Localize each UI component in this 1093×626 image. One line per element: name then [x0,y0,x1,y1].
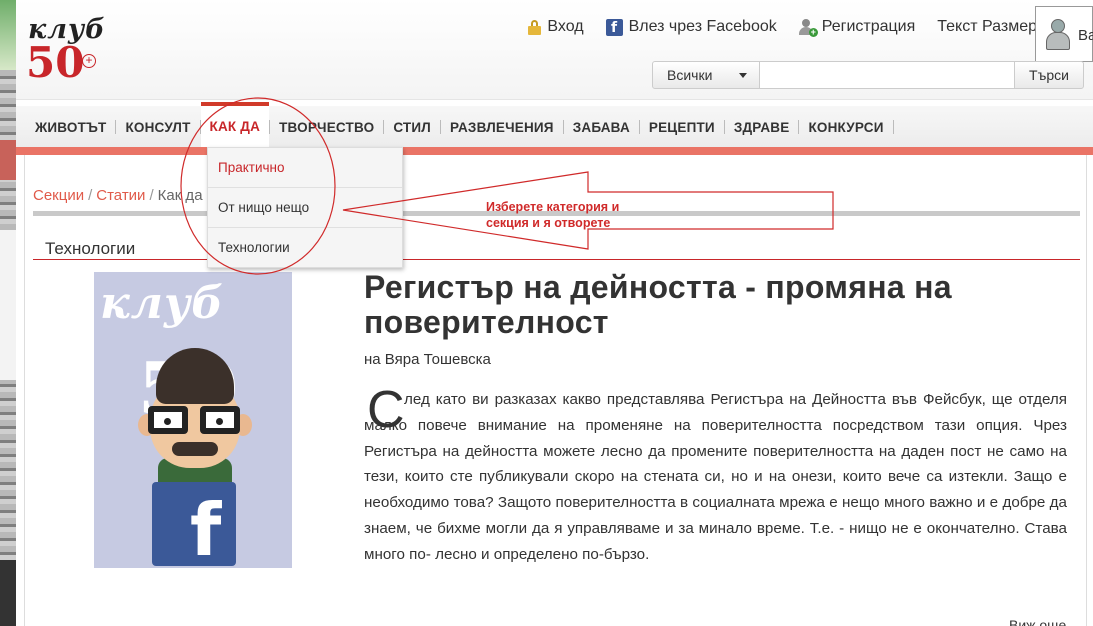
nav-item[interactable]: КОНСУЛТ [116,106,199,148]
section-title: Технологии [45,239,136,258]
site-header: клуб 50 + Вход f Влез чрез Facebook + Ре… [16,0,1093,100]
nav-item[interactable]: РЕЦЕПТИ [640,106,724,148]
nav-item[interactable]: ЖИВОТЪТ [26,106,115,148]
nav-item-label: ЗАБАВА [572,119,630,135]
background-strip [0,0,16,626]
breadcrumb: Секции / Статии / Как да [33,187,203,204]
cartoon-character-illustration: f [124,344,264,566]
search-category-value: Всички [667,67,713,83]
lock-icon [528,19,542,35]
image-logo-text: клуб [100,278,225,329]
text-size-control[interactable]: Текст Размер [937,18,1037,36]
article-byline: на Вяра Тошевска [364,351,491,368]
top-links: Вход f Влез чрез Facebook + Регистрация … [528,18,1037,37]
user-avatar-popup[interactable]: Ва [1035,6,1093,62]
page: клуб 50 + Вход f Влез чрез Facebook + Ре… [16,0,1093,626]
register-label: Регистрация [821,18,916,35]
facebook-login-link[interactable]: f Влез чрез Facebook [605,18,777,36]
avatar-text: Ва [1078,27,1093,44]
annotation-line-1: Изберете категория и [486,200,620,214]
dropdown-item-practical[interactable]: Практично [208,148,402,188]
annotation-line-2: секция и я отворете [486,216,611,230]
nav-item-label: ТВОРЧЕСТВО [279,119,375,135]
user-icon [1046,19,1070,51]
nav-dropdown-menu: Практично От нищо нещо Технологии [207,147,403,268]
read-more-link[interactable]: Виж още... [1009,617,1078,626]
nav-item[interactable]: СТИЛ [384,106,440,148]
site-logo[interactable]: клуб 50 + [26,14,106,88]
nav-item[interactable]: РАЗВЛЕЧЕНИЯ [441,106,563,148]
article-image: клуб 50 f [94,272,292,568]
login-link[interactable]: Вход [528,18,584,36]
chevron-down-icon [739,73,747,78]
dropdown-item-from-nothing[interactable]: От нищо нещо [208,188,402,228]
logo-number: 50 [26,38,85,87]
nav-underline [16,147,1093,155]
divider [33,259,1080,260]
search-input[interactable] [760,61,1014,89]
nav-separator [892,106,894,148]
logo-plus: + [82,54,96,68]
nav-item[interactable]: КАК ДА [200,102,270,148]
login-label: Вход [547,18,584,35]
nav-item[interactable]: ТВОРЧЕСТВО [270,106,383,148]
dropdown-item-technology[interactable]: Технологии [208,228,402,268]
facebook-icon: f [152,482,236,566]
nav-item-label: ЖИВОТЪТ [35,119,107,135]
nav-item[interactable]: ЗДРАВЕ [725,106,799,148]
add-user-icon: + [798,18,818,37]
search-category-select[interactable]: Всички [652,61,760,89]
breadcrumb-current: Как да [157,187,203,204]
text-size-label: Текст Размер [937,18,1037,35]
article-title[interactable]: Регистър на дейността - промяна на повер… [364,270,1064,340]
search-button[interactable]: Търси [1014,61,1084,89]
breadcrumb-item[interactable]: Статии [96,187,145,204]
facebook-icon: f [605,18,623,36]
nav-item-label: СТИЛ [393,119,431,135]
nav-item-label: ЗДРАВЕ [733,119,790,135]
nav-item-label: РЕЦЕПТИ [648,119,715,135]
nav-item[interactable]: КОНКУРСИ [799,106,892,148]
register-link[interactable]: + Регистрация [798,18,916,37]
nav-item-label: КОНСУЛТ [125,119,191,135]
nav-item-label: КОНКУРСИ [808,119,884,135]
annotation-text: Изберете категория и секция и я отворете [486,199,619,231]
search-bar: Всички Търси [652,61,1084,89]
nav-item-label: КАК ДА [200,106,270,148]
nav-item[interactable]: ЗАБАВА [564,106,639,148]
nav-item-label: РАЗВЛЕЧЕНИЯ [449,119,554,135]
main-nav: ЖИВОТЪТ КОНСУЛТ КАК ДА ТВОРЧЕСТВО СТИЛ РАЗВЛЕ… [16,102,1093,148]
article-body: лед като ви разказах какво представлява … [364,391,1067,563]
facebook-login-label: Влез чрез Facebook [628,18,777,35]
breadcrumb-item[interactable]: Секции [33,187,84,204]
